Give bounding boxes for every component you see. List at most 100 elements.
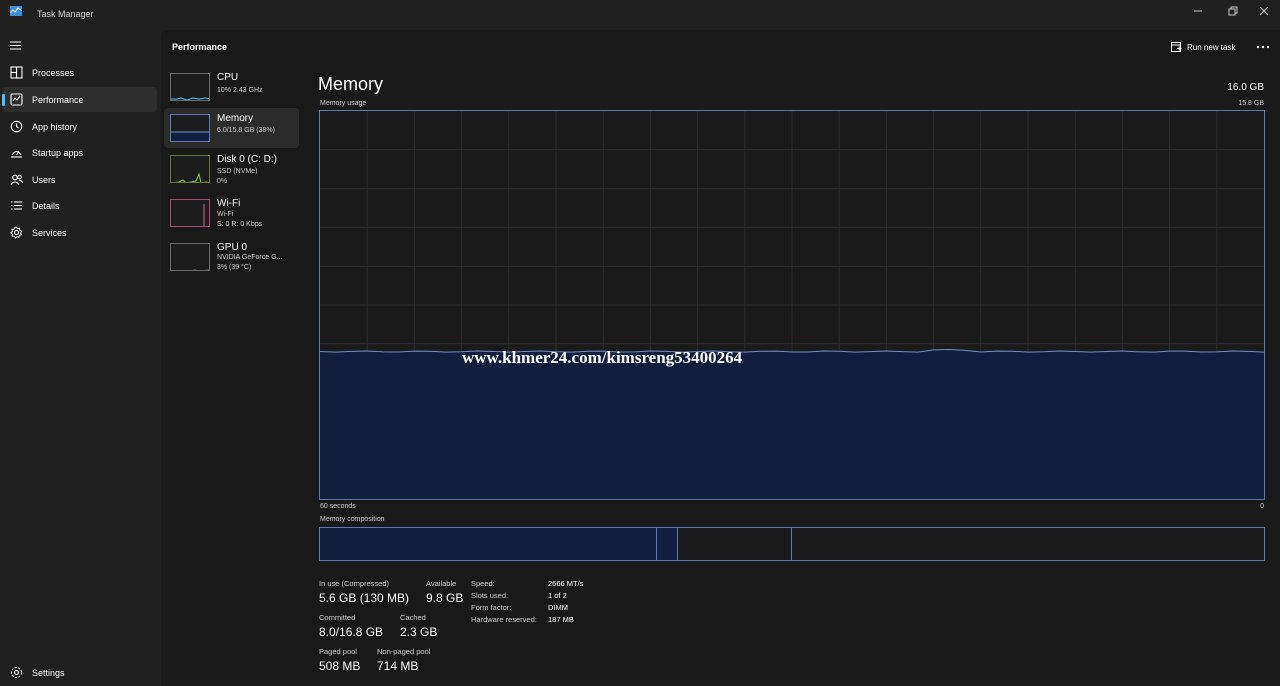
memory-usage-area <box>320 349 1264 499</box>
sidebar-item-processes[interactable]: Processes <box>2 60 157 85</box>
performance-icon <box>10 93 23 106</box>
run-new-task-label: Run new task <box>1187 42 1236 52</box>
composition-divider <box>677 528 678 560</box>
device-name: Wi-Fi <box>217 198 241 209</box>
restore-icon <box>1228 6 1238 16</box>
sidebar-item-label: Performance <box>32 95 84 105</box>
run-new-task-button[interactable]: Run new task <box>1171 40 1235 54</box>
non-paged-pool-value: 714 MB <box>377 659 419 673</box>
memory-usage-label: Memory usage <box>320 100 367 107</box>
memory-thumbnail <box>170 114 210 142</box>
non-paged-pool-label: Non-paged pool <box>377 647 431 656</box>
memory-usage-graph <box>319 110 1265 500</box>
gpu-thumbnail <box>170 243 210 271</box>
composition-in-use <box>320 528 656 560</box>
watermark-text: www.khmer24.com/kimsreng53400264 <box>462 348 743 367</box>
device-detail: 6.0/15.8 GB (38%) <box>217 127 275 134</box>
hamburger-menu-icon[interactable] <box>10 41 21 50</box>
history-icon <box>10 120 23 133</box>
users-icon <box>10 174 23 185</box>
in-use-value: 5.6 GB (130 MB) <box>319 591 410 605</box>
device-gpu[interactable]: GPU 0 NVIDIA GeForce G... 3% (39 °C) <box>164 237 299 277</box>
close-button[interactable] <box>1246 2 1280 20</box>
committed-value: 8.0/16.8 GB <box>319 625 384 639</box>
device-detail: NVIDIA GeForce G... <box>217 254 283 261</box>
in-use-label: In use (Compressed) <box>319 579 390 588</box>
spec-value: DIMM <box>548 603 568 612</box>
details-icon <box>11 201 22 210</box>
services-icon <box>10 226 23 239</box>
sidebar-item-label: Services <box>32 228 67 238</box>
memory-composition-bar <box>319 527 1265 561</box>
paged-pool-label: Paged pool <box>319 647 357 656</box>
startup-icon <box>11 150 22 158</box>
minimize-button[interactable] <box>1180 2 1216 20</box>
cached-value: 2.3 GB <box>400 625 438 639</box>
sidebar-item-label: Startup apps <box>32 148 84 158</box>
page-header: Performance Run new task <box>161 30 1280 64</box>
window-title: Task Manager <box>37 9 94 19</box>
sidebar-item-label: Details <box>32 201 60 211</box>
device-disk[interactable]: Disk 0 (C: D:) SSD (NVMe) 0% <box>164 149 299 189</box>
device-detail: Wi-Fi <box>217 211 234 218</box>
sidebar-item-label: Processes <box>32 68 75 78</box>
device-name: Memory <box>217 113 254 124</box>
sidebar-item-settings[interactable]: Settings <box>2 660 157 685</box>
minimize-icon <box>1194 10 1202 12</box>
title-bar: Task Manager <box>0 0 1280 30</box>
spec-value: 187 MB <box>548 615 574 624</box>
run-task-icon <box>1171 41 1182 52</box>
device-detail: S: 0 R: 0 Kbps <box>217 221 263 228</box>
device-wifi[interactable]: Wi-Fi Wi-Fi S: 0 R: 0 Kbps <box>164 193 299 233</box>
time-axis-left: 60 seconds <box>320 503 356 510</box>
wifi-thumbnail <box>170 199 210 227</box>
device-detail: 3% (39 °C) <box>217 264 252 271</box>
device-detail: SSD (NVMe) <box>217 168 258 175</box>
available-value: 9.8 GB <box>426 591 464 605</box>
sidebar-item-label: Settings <box>32 668 65 678</box>
spec-key: Slots used: <box>471 591 509 600</box>
spec-key: Speed: <box>471 579 495 588</box>
spec-key: Form factor: <box>471 603 512 612</box>
available-label: Available <box>426 579 457 588</box>
sidebar-item-startup-apps[interactable]: Startup apps <box>2 140 157 165</box>
disk-thumbnail <box>170 155 210 183</box>
active-indicator <box>2 94 5 106</box>
memory-usage-chart <box>320 111 1264 499</box>
more-options-icon[interactable] <box>1255 40 1271 54</box>
cpu-thumbnail <box>170 73 210 101</box>
device-detail: 0% <box>217 178 228 185</box>
paged-pool-value: 508 MB <box>319 659 361 673</box>
sidebar-item-label: App history <box>32 122 78 132</box>
sidebar-item-details[interactable]: Details <box>2 193 157 218</box>
memory-usage-max: 15.8 GB <box>1238 100 1264 107</box>
composition-divider <box>791 528 792 560</box>
spec-key: Hardware reserved: <box>471 615 537 624</box>
sidebar-item-users[interactable]: Users <box>2 167 157 192</box>
sidebar-item-label: Users <box>32 175 56 185</box>
settings-gear-icon <box>10 666 23 679</box>
memory-composition-label: Memory composition <box>320 516 385 523</box>
composition-modified <box>657 528 677 560</box>
device-name: GPU 0 <box>217 242 248 253</box>
device-detail: 10% 2.43 GHz <box>217 87 263 94</box>
task-manager-icon <box>10 6 22 16</box>
page-title: Performance <box>172 42 228 52</box>
device-memory[interactable]: Memory 6.0/15.8 GB (38%) <box>164 108 299 148</box>
memory-total: 16.0 GB <box>1227 82 1264 93</box>
sidebar-item-performance[interactable]: Performance <box>2 87 157 112</box>
device-cpu[interactable]: CPU 10% 2.43 GHz <box>164 67 299 107</box>
sidebar-item-services[interactable]: Services <box>2 220 157 245</box>
device-name: CPU <box>217 72 239 83</box>
spec-value: 2666 MT/s <box>548 579 584 588</box>
time-axis-right: 0 <box>1260 503 1264 510</box>
processes-icon <box>10 66 23 79</box>
sidebar-item-app-history[interactable]: App history <box>2 114 157 139</box>
sidebar: Processes Performance App history Startu… <box>0 30 160 686</box>
close-icon <box>1259 6 1269 16</box>
committed-label: Committed <box>319 613 356 622</box>
cached-label: Cached <box>400 613 426 622</box>
main-panel: Performance Run new task CPU 10% 2.43 GH… <box>161 30 1280 686</box>
spec-value: 1 of 2 <box>548 591 567 600</box>
device-name: Disk 0 (C: D:) <box>217 154 277 165</box>
